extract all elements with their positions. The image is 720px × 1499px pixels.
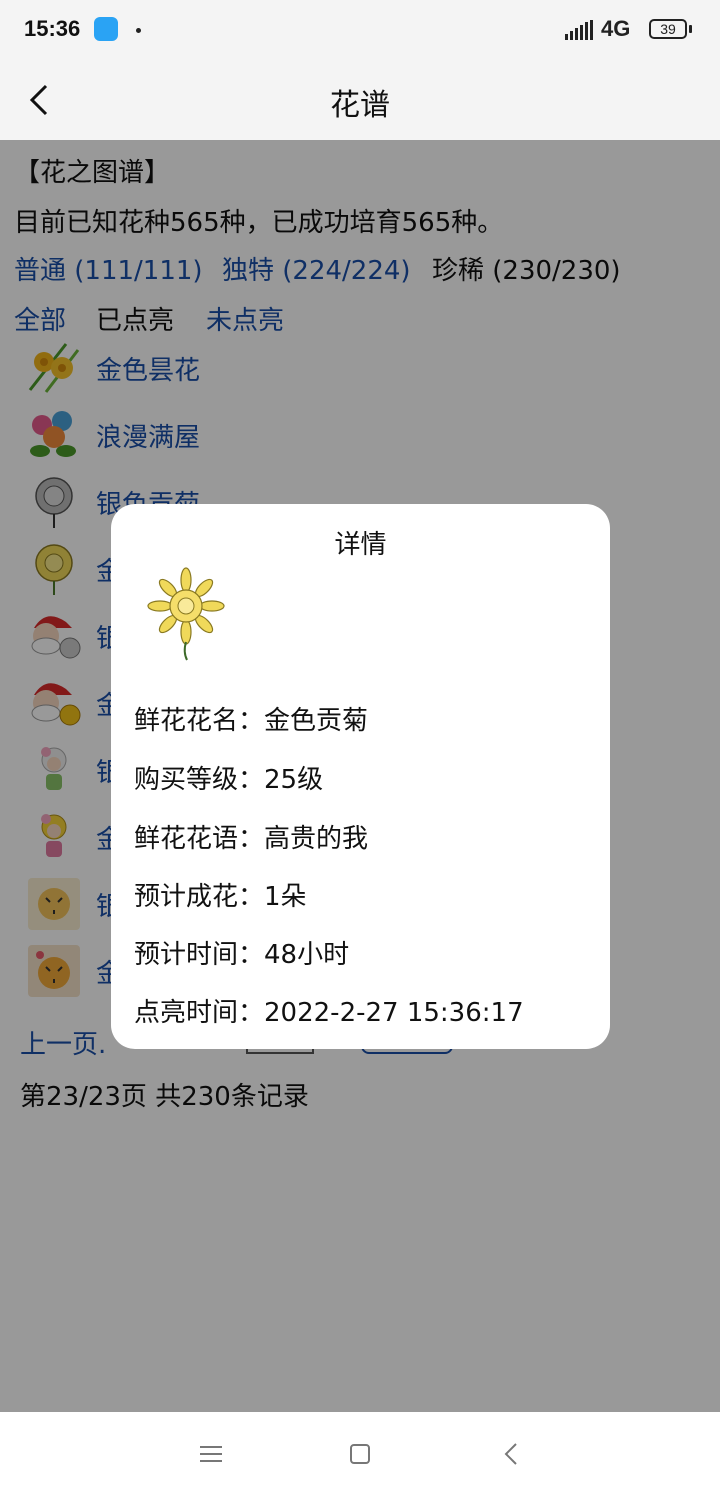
detail-label: 预计成花：: [134, 882, 265, 912]
detail-row-count: 预计成花：1朵: [134, 876, 307, 913]
detail-label: 鲜花花语：: [134, 824, 265, 854]
battery-icon: 39: [649, 19, 687, 39]
detail-value: 25级: [264, 765, 324, 795]
detail-dialog: 详情 鲜花花名：金色贡菊 购买等级：25级 鲜花花语：高贵的我 预计成花：1朵 …: [111, 504, 610, 1049]
notification-dot-icon: [136, 28, 141, 33]
status-bar: 15:36 4G 39: [0, 0, 720, 60]
status-time: 15:36: [24, 16, 81, 41]
app-notification-icon: [94, 17, 118, 41]
app-header: 花谱: [0, 60, 720, 140]
signal-icon: [565, 20, 593, 40]
network-type: 4G: [601, 16, 631, 41]
detail-value: 1朵: [264, 882, 307, 912]
back-icon[interactable]: [503, 1442, 519, 1466]
detail-value: 48小时: [264, 940, 350, 970]
detail-row-name: 鲜花花名：金色贡菊: [134, 700, 368, 737]
detail-value: 金色贡菊: [264, 706, 369, 736]
detail-value: 高贵的我: [264, 824, 369, 854]
detail-row-level: 购买等级：25级: [134, 759, 323, 796]
detail-label: 购买等级：: [134, 765, 265, 795]
battery-tip: [689, 25, 692, 33]
dialog-title: 详情: [334, 530, 387, 560]
detail-value: 2022-2-27 15:36:17: [264, 998, 524, 1028]
system-nav-bar: [0, 1412, 720, 1499]
detail-row-duration: 预计时间：48小时: [134, 934, 349, 971]
golden-chrysanthemum-icon: [147, 567, 225, 661]
detail-label: 点亮时间：: [134, 998, 265, 1028]
detail-row-meaning: 鲜花花语：高贵的我: [134, 818, 368, 855]
page-title: 花谱: [330, 88, 390, 123]
detail-label: 鲜花花名：: [134, 706, 265, 736]
detail-label: 预计时间：: [134, 940, 265, 970]
detail-row-lit-time: 点亮时间：2022-2-27 15:36:17: [134, 992, 524, 1029]
menu-icon[interactable]: [200, 1444, 222, 1464]
home-icon[interactable]: [350, 1444, 370, 1464]
